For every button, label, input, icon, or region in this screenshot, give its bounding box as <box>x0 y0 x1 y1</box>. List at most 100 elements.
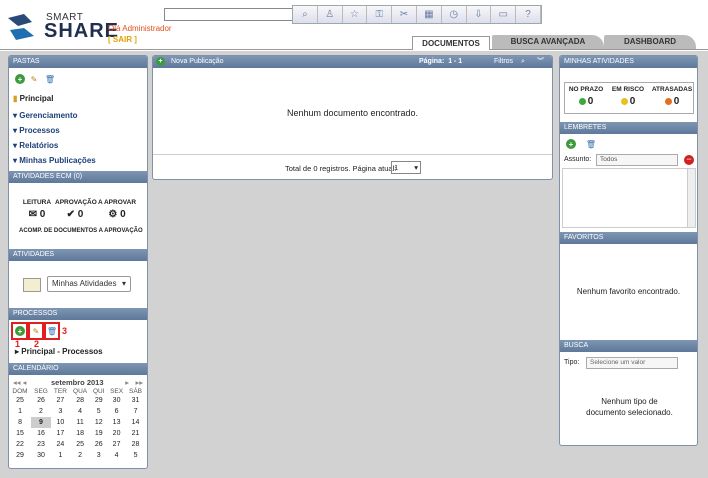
lock-icon[interactable]: ⚿ <box>367 6 393 23</box>
star-icon[interactable]: ☆ <box>343 6 368 23</box>
calendar-day[interactable]: 28 <box>126 439 145 450</box>
add-folder-icon[interactable]: + <box>15 74 25 84</box>
calendar-day[interactable]: 18 <box>70 428 90 439</box>
root-folder[interactable]: ▮ Principal <box>13 94 53 103</box>
search-icon[interactable]: ⌕ <box>293 6 318 23</box>
total-records-text: Total de 0 registros. Página atual: <box>285 164 397 173</box>
tools-icon[interactable]: ✂ <box>392 6 417 23</box>
calendar-day[interactable]: 6 <box>107 406 126 417</box>
logout-link[interactable]: [ SAIR ] <box>108 35 137 44</box>
tipo-select[interactable]: Selecione um valor <box>586 357 678 369</box>
empty-documents-message: Nenhum documento encontrado. <box>286 108 419 118</box>
calendar-day[interactable]: 19 <box>90 428 107 439</box>
calendar-day[interactable]: 14 <box>126 417 145 428</box>
calendar-day[interactable]: 31 <box>126 395 145 406</box>
process-root[interactable]: ▸ Principal - Processos <box>15 347 103 356</box>
collapse-icon[interactable]: ︾ <box>537 56 544 68</box>
calendar-day[interactable]: 11 <box>70 417 90 428</box>
calendar-day[interactable]: 5 <box>90 406 107 417</box>
new-publication-link[interactable]: Nova Publicação <box>171 58 224 65</box>
calendar-day[interactable]: 26 <box>31 395 51 406</box>
card-icon[interactable]: ▭ <box>491 6 517 23</box>
calendar-day[interactable]: 22 <box>9 439 31 450</box>
calendar-day[interactable]: 23 <box>31 439 51 450</box>
stat-label: APROVAÇÃO <box>55 199 97 206</box>
calendar-day[interactable]: 20 <box>107 428 126 439</box>
stat-number: 0 <box>629 96 636 107</box>
stat-label: LEITURA <box>22 199 52 206</box>
delete-reminder-icon[interactable]: 🗑 <box>586 139 596 149</box>
search-icon[interactable]: ⌕ <box>521 56 525 68</box>
calendar-day[interactable]: 3 <box>51 406 70 417</box>
calendar-day[interactable]: 1 <box>51 450 70 461</box>
tab-busca-avancada[interactable]: BUSCA AVANÇADA <box>492 35 604 49</box>
approve-icon: ✔ <box>66 209 78 220</box>
add-publication-icon[interactable]: + <box>156 57 165 66</box>
calendar-day[interactable]: 5 <box>126 450 145 461</box>
calendar-day[interactable]: 27 <box>107 439 126 450</box>
calendar-day[interactable]: 4 <box>107 450 126 461</box>
help-icon[interactable]: ? <box>516 6 541 23</box>
calendar-day[interactable]: 30 <box>107 395 126 406</box>
chevron-down-icon: ▾ <box>414 163 418 172</box>
calendar-day[interactable]: 3 <box>90 450 107 461</box>
calendar-day[interactable]: 12 <box>90 417 107 428</box>
page-select[interactable]: 1 ▾ <box>391 161 421 174</box>
calendar-weekdays: DOM SEG TER QUA QUI SEX SÁB <box>9 388 145 395</box>
tab-dashboard[interactable]: DASHBOARD <box>604 35 696 49</box>
add-reminder-icon[interactable]: + <box>566 139 576 149</box>
calendar-day[interactable]: 16 <box>31 428 51 439</box>
calendar-day[interactable]: 8 <box>9 417 31 428</box>
calendar-day[interactable]: 4 <box>70 406 90 417</box>
calendar-day[interactable]: 7 <box>126 406 145 417</box>
stat-atrasadas[interactable]: ATRASADAS 0 <box>650 86 694 107</box>
calendar-day[interactable]: 2 <box>31 406 51 417</box>
search-input[interactable] <box>164 8 294 21</box>
calendar-day[interactable]: 9 <box>31 417 51 428</box>
delete-folder-icon[interactable]: 🗑 <box>45 74 55 84</box>
calendar-day[interactable]: 27 <box>51 395 70 406</box>
prev-month-icon[interactable]: ◂ <box>23 378 27 387</box>
user-icon[interactable]: ♙ <box>318 6 343 23</box>
filtros-link[interactable]: Filtros <box>494 56 513 68</box>
prev-year-icon[interactable]: ◂◂ <box>13 378 21 387</box>
calendar-day[interactable]: 26 <box>90 439 107 450</box>
clock-icon[interactable]: ◷ <box>442 6 467 23</box>
atividades-select[interactable]: Minhas Atividades ▾ <box>47 276 131 292</box>
ecm-stat-aprovacao[interactable]: APROVAÇÃO ✔ 0 <box>55 199 97 220</box>
folder-gerenciamento[interactable]: ▾ Gerenciamento <box>13 111 78 120</box>
calendar-day[interactable]: 1 <box>9 406 31 417</box>
calendar-day[interactable]: 25 <box>70 439 90 450</box>
calendar-day[interactable]: 29 <box>9 450 31 461</box>
next-year-icon[interactable]: ▸▸ <box>135 378 143 387</box>
folder-processos[interactable]: ▾ Processos <box>13 126 60 135</box>
stat-em-risco[interactable]: EM RISCO 0 <box>608 86 648 107</box>
calendar-day[interactable]: 29 <box>90 395 107 406</box>
calendar-day[interactable]: 13 <box>107 417 126 428</box>
calendar-day[interactable]: 15 <box>9 428 31 439</box>
folder-relatorios[interactable]: ▾ Relatórios <box>13 141 58 150</box>
ecm-footer-link[interactable]: ACOMP. DE DOCUMENTOS A APROVAÇÃO <box>19 228 143 234</box>
stat-no-prazo[interactable]: NO PRAZO 0 <box>566 86 606 107</box>
scrollbar[interactable] <box>687 169 695 227</box>
ecm-stat-a-aprovar[interactable]: A APROVAR ⚙ 0 <box>97 199 137 220</box>
calendar-day[interactable]: 28 <box>70 395 90 406</box>
edit-folder-icon[interactable]: ✎ <box>29 74 39 84</box>
activities-icon <box>23 278 41 292</box>
calendar-day[interactable]: 17 <box>51 428 70 439</box>
calendar-day[interactable]: 10 <box>51 417 70 428</box>
remove-icon[interactable]: − <box>684 155 694 165</box>
calendar-day[interactable]: 24 <box>51 439 70 450</box>
calendar-day[interactable]: 2 <box>70 450 90 461</box>
assunto-select[interactable]: Todos <box>596 154 678 166</box>
calendar-day[interactable]: 30 <box>31 450 51 461</box>
stat-value: ✔ 0 <box>55 209 95 220</box>
calendar-icon[interactable]: ▦ <box>417 6 442 23</box>
calendar-day[interactable]: 21 <box>126 428 145 439</box>
ecm-stat-leitura[interactable]: LEITURA ✉ 0 <box>19 199 55 220</box>
download-icon[interactable]: ⇩ <box>467 6 492 23</box>
folder-minhas-publicacoes[interactable]: ▾ Minhas Publicações <box>13 156 96 165</box>
tab-documentos[interactable]: DOCUMENTOS <box>412 36 490 50</box>
next-month-icon[interactable]: ▸ <box>125 378 129 387</box>
calendar-day[interactable]: 25 <box>9 395 31 406</box>
